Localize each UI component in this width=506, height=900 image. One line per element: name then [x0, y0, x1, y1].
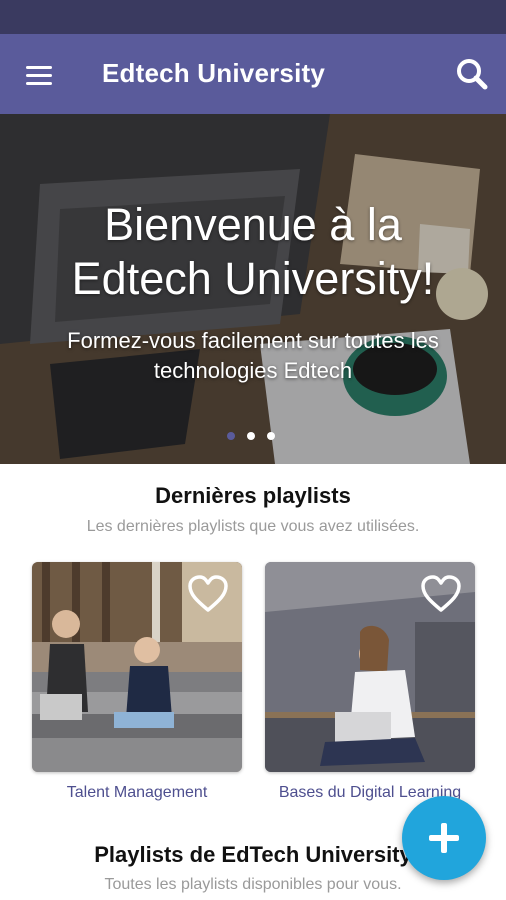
hero-subtitle-line-1: Formez-vous facilement sur toutes les — [67, 328, 439, 353]
latest-playlists-subtitle: Les dernières playlists que vous avez ut… — [86, 518, 420, 535]
latest-playlists-title: Dernières playlists — [155, 483, 351, 508]
heart-outline-icon — [188, 575, 228, 612]
hero-subtitle-line-2: technologies Edtech — [153, 358, 353, 383]
all-playlists-subtitle: Toutes les playlists disponibles pour vo… — [104, 876, 402, 893]
carousel-dot-2[interactable] — [247, 432, 255, 440]
hero-title-line-1: Bienvenue à la — [104, 199, 402, 250]
heart-outline-icon — [421, 575, 461, 612]
playlist-label-talent-management[interactable]: Talent Management — [22, 784, 252, 802]
app-title: Edtech University — [102, 58, 326, 88]
hamburger-menu-icon — [26, 66, 52, 69]
playlist-card-bases-digital-learning[interactable] — [265, 562, 475, 772]
add-fab-button[interactable] — [402, 796, 486, 880]
favorite-button[interactable] — [419, 574, 463, 614]
status-bar — [0, 0, 506, 34]
hero-subtitle: Formez-vous facilement sur toutes les te… — [20, 326, 486, 386]
hero-carousel[interactable]: Bienvenue à la Edtech University! Formez… — [0, 114, 506, 464]
hero-title-line-2: Edtech University! — [71, 253, 435, 304]
carousel-dot-3[interactable] — [267, 432, 275, 440]
carousel-dot-1[interactable] — [227, 432, 235, 440]
playlist-card-talent-management[interactable] — [32, 562, 242, 772]
menu-button[interactable] — [18, 56, 58, 92]
search-button[interactable] — [452, 54, 492, 94]
carousel-indicators — [227, 427, 287, 440]
hero-title: Bienvenue à la Edtech University! — [0, 198, 506, 306]
search-icon — [457, 59, 488, 90]
favorite-button[interactable] — [186, 574, 230, 614]
app-bar: Edtech University — [0, 34, 506, 114]
